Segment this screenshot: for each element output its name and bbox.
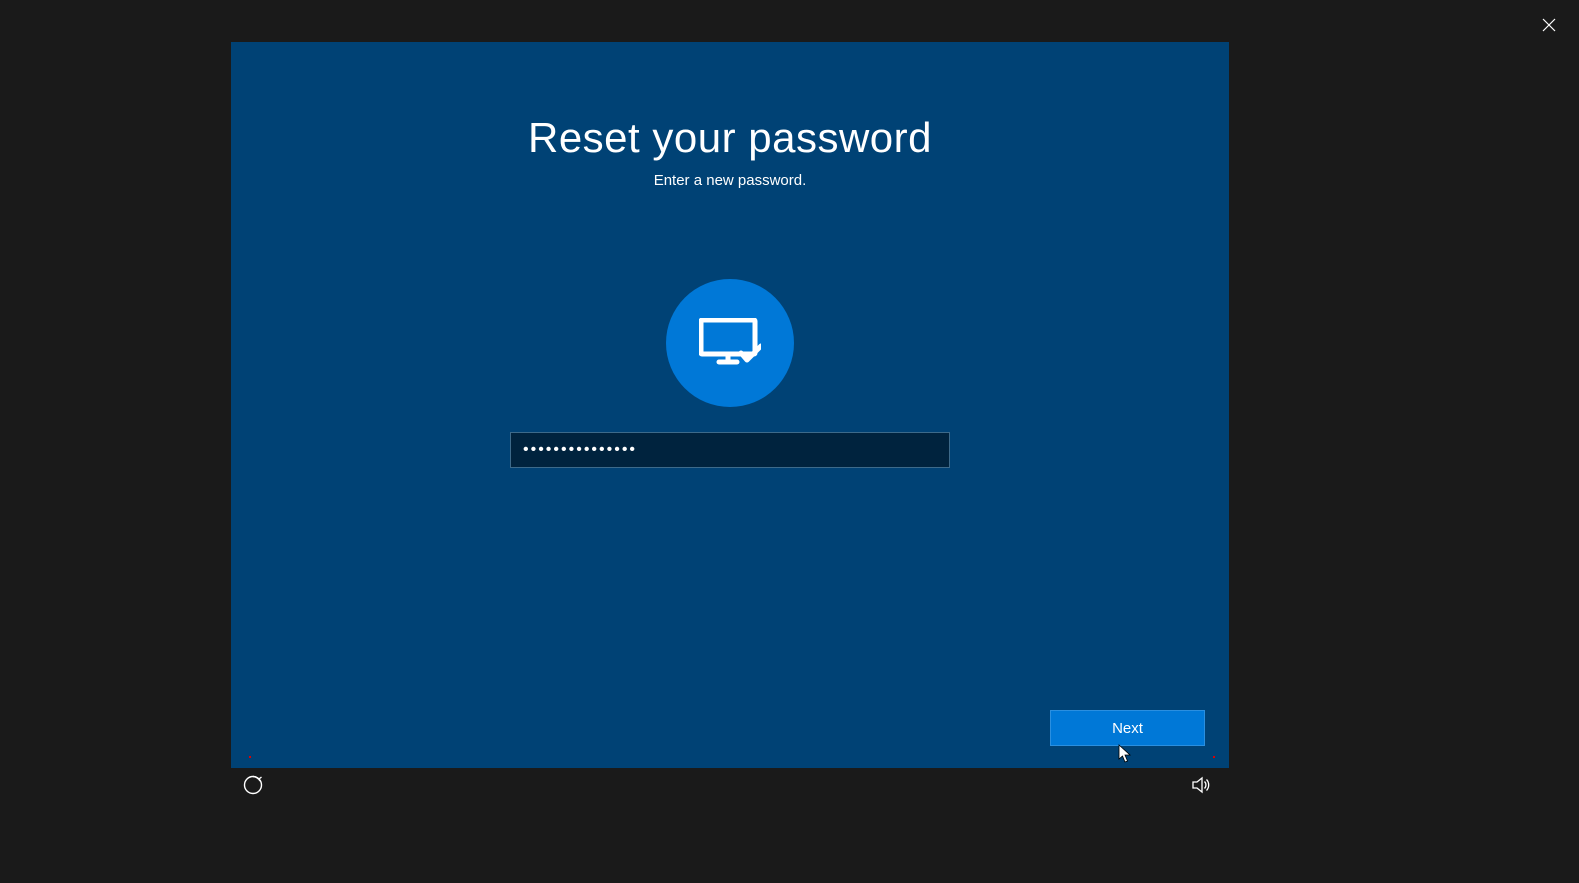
close-button[interactable] bbox=[1529, 10, 1569, 40]
page-title: Reset your password bbox=[528, 114, 932, 162]
reset-password-panel: Reset your password Enter a new password… bbox=[231, 42, 1229, 768]
marker-dot bbox=[249, 756, 251, 758]
mouse-cursor-icon bbox=[1118, 744, 1132, 764]
next-button[interactable]: Next bbox=[1050, 710, 1205, 746]
local-account-monitor-icon bbox=[699, 318, 761, 368]
account-avatar bbox=[666, 279, 794, 407]
ease-of-access-icon bbox=[243, 775, 263, 795]
volume-icon bbox=[1191, 775, 1211, 795]
page-subtitle: Enter a new password. bbox=[654, 172, 807, 189]
close-icon bbox=[1542, 18, 1556, 32]
volume-button[interactable] bbox=[1191, 775, 1211, 800]
marker-dot bbox=[1213, 756, 1215, 758]
ease-of-access-button[interactable] bbox=[243, 775, 263, 800]
new-password-input[interactable] bbox=[510, 432, 950, 468]
